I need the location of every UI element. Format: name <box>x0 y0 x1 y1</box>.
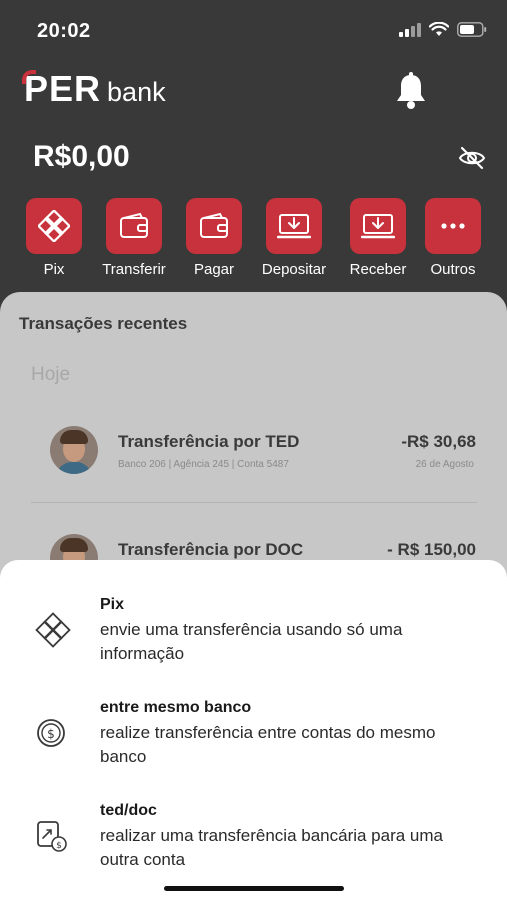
action-pagar[interactable]: Pagar <box>169 198 259 278</box>
option-pix-description: envie uma transferência usando só uma in… <box>100 620 403 663</box>
action-pix-label: Pix <box>43 261 65 278</box>
action-depositar[interactable]: Depositar <box>249 198 339 278</box>
option-pix[interactable]: Pix envie uma transferência usando só um… <box>0 596 507 691</box>
action-receber-button[interactable] <box>350 198 406 254</box>
avatar <box>50 426 98 474</box>
option-same-bank-title: entre mesmo banco <box>100 699 252 716</box>
option-same-bank-description: realize transferência entre contas do me… <box>100 723 436 766</box>
action-outros[interactable]: Outros <box>408 198 498 278</box>
transfer-doc-icon: $ <box>37 821 67 852</box>
more-icon <box>441 223 465 229</box>
deposit-icon <box>361 214 395 239</box>
option-ted-doc-title: ted/doc <box>100 802 157 819</box>
action-depositar-label: Depositar <box>261 261 327 278</box>
balance-amount: R$0,00 <box>33 140 130 173</box>
action-pagar-button[interactable] <box>186 198 242 254</box>
logo-text-main: PER <box>22 68 101 110</box>
transaction-amount: - R$ 150,00 <box>387 540 476 559</box>
transaction-subtitle: Banco 206 | Agência 245 | Conta 5487 <box>118 459 289 470</box>
dollar-coin-icon: $ <box>37 719 65 747</box>
svg-text:$: $ <box>56 841 62 851</box>
status-bar: 20:02 <box>0 0 507 60</box>
app-header: PER bank R$0,00 Pix Transferir Pagar Dep… <box>0 60 507 300</box>
status-time: 20:02 <box>37 20 91 42</box>
home-indicator[interactable] <box>164 886 344 891</box>
recent-transactions-title: Transações recentes <box>19 314 188 333</box>
transaction-divider <box>31 502 477 503</box>
action-depositar-button[interactable] <box>266 198 322 254</box>
option-same-bank[interactable]: $ entre mesmo banco realize transferênci… <box>0 699 507 794</box>
action-pagar-label: Pagar <box>193 261 235 278</box>
action-pix[interactable]: Pix <box>9 198 99 278</box>
bell-icon[interactable] <box>394 72 428 110</box>
action-outros-label: Outros <box>430 261 476 278</box>
action-transferir-label: Transferir <box>102 261 166 278</box>
hide-balance-icon[interactable] <box>458 146 486 170</box>
quick-actions: Pix Transferir Pagar Depositar Receber O… <box>0 198 507 288</box>
logo-text-sub: bank <box>107 77 166 107</box>
transaction-row[interactable]: Transferência por TED Banco 206 | Agênci… <box>0 420 507 500</box>
wallet-icon <box>120 212 148 238</box>
action-pix-button[interactable] <box>26 198 82 254</box>
wallet-icon <box>200 212 228 238</box>
transaction-date: 26 de Agosto <box>415 459 474 470</box>
deposit-icon <box>277 214 311 239</box>
transfer-options-sheet: Pix envie uma transferência usando só um… <box>0 560 507 900</box>
option-ted-doc-description: realizar uma transferência bancária para… <box>100 826 444 869</box>
action-transferir-button[interactable] <box>106 198 162 254</box>
signal-icon <box>399 22 421 37</box>
logo-accent-mark <box>22 70 36 84</box>
transaction-title: Transferência por TED <box>118 432 300 451</box>
transaction-title: Transferência por DOC <box>118 540 304 559</box>
status-icons <box>399 22 487 37</box>
pix-icon <box>35 612 71 648</box>
battery-icon <box>457 22 487 37</box>
option-ted-doc[interactable]: $ ted/doc realizar uma transferência ban… <box>0 802 507 897</box>
transaction-amount: -R$ 30,68 <box>401 432 476 451</box>
pix-icon <box>38 210 70 242</box>
action-transferir[interactable]: Transferir <box>89 198 179 278</box>
action-outros-button[interactable] <box>425 198 481 254</box>
day-label: Hoje <box>31 364 71 385</box>
wifi-icon <box>429 22 449 36</box>
option-pix-title: Pix <box>100 596 125 613</box>
per-bank-logo: PER bank <box>22 68 166 110</box>
svg-text:$: $ <box>47 727 55 741</box>
